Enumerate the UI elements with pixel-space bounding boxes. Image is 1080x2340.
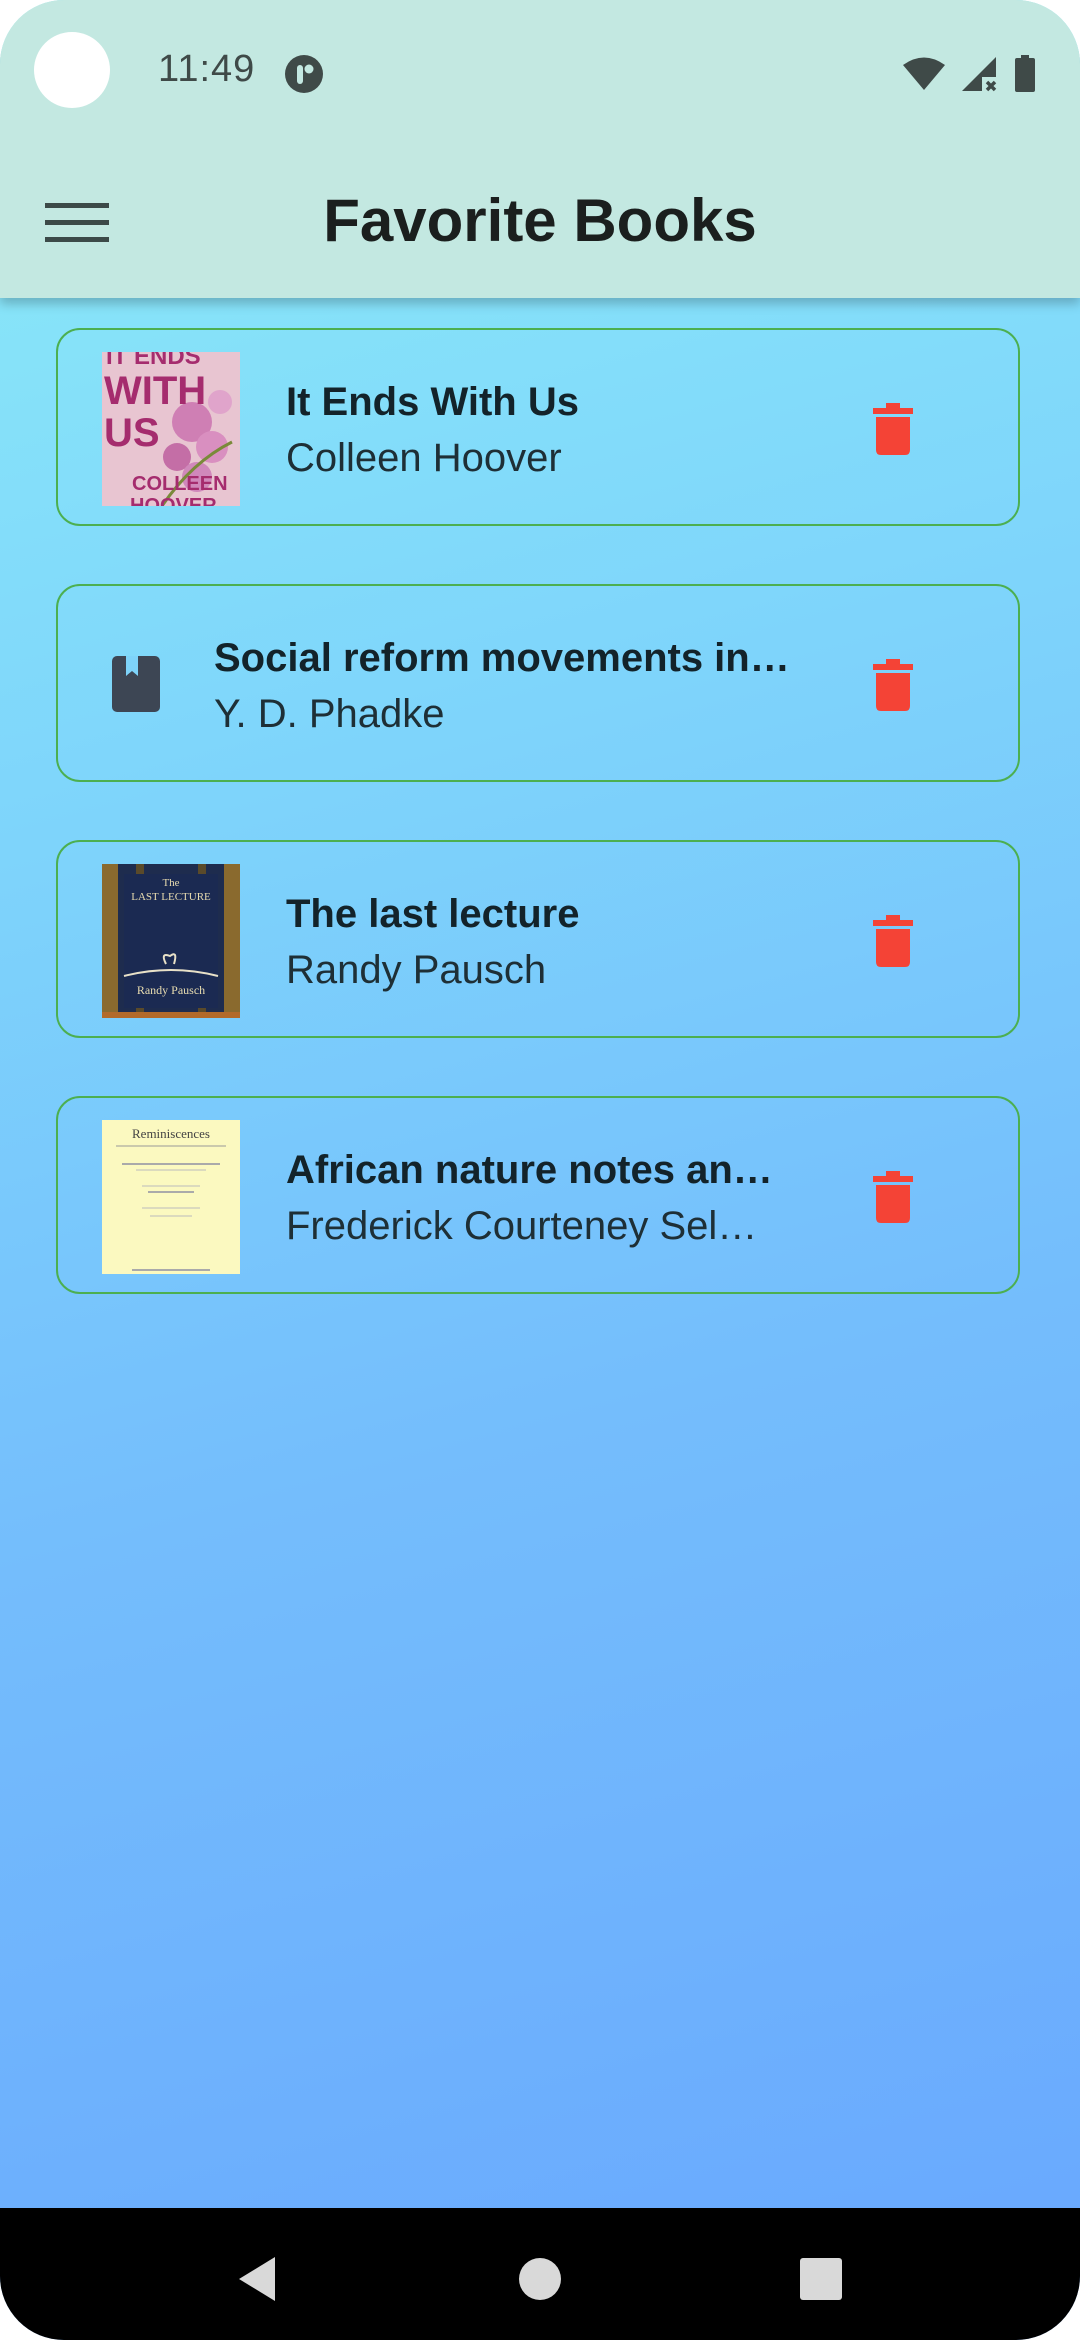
book-card[interactable]: Social reform movements in… Y. D. Phadke bbox=[56, 584, 1020, 782]
back-button[interactable] bbox=[222, 2244, 292, 2314]
page-title: Favorite Books bbox=[323, 187, 757, 254]
status-icons bbox=[902, 54, 1036, 94]
book-title: Social reform movements in… bbox=[214, 636, 790, 680]
book-title: The last lecture bbox=[286, 892, 580, 936]
back-triangle-icon bbox=[239, 2257, 275, 2301]
delete-button[interactable] bbox=[864, 910, 922, 972]
status-time: 11:49 bbox=[158, 48, 256, 90]
book-cover-image: The LAST LECTURE Randy Pausch bbox=[102, 864, 240, 1018]
recents-button[interactable] bbox=[786, 2244, 856, 2314]
cover-text-line: IT ENDS bbox=[106, 352, 201, 370]
wifi-icon bbox=[903, 57, 945, 90]
screen: 11:49 Favorite Books IT ENDS WITH US COL… bbox=[0, 0, 1080, 2340]
home-circle-icon bbox=[519, 2258, 561, 2300]
cover-text-line: LAST LECTURE bbox=[131, 891, 211, 903]
cover-text-line: HOOVER bbox=[130, 495, 217, 506]
battery-icon bbox=[1015, 55, 1035, 92]
book-author: Y. D. Phadke bbox=[214, 692, 445, 736]
trash-icon bbox=[873, 403, 913, 455]
system-navigation-bar bbox=[0, 2208, 1080, 2340]
app-bar: 11:49 Favorite Books bbox=[0, 0, 1080, 298]
cover-text-line: COLLEEN bbox=[132, 473, 228, 495]
book-cover-image: IT ENDS WITH US COLLEEN HOOVER bbox=[102, 352, 240, 506]
book-card[interactable]: The LAST LECTURE Randy Pausch The last l… bbox=[56, 840, 1020, 1038]
signal-icon bbox=[962, 57, 997, 92]
cover-text-line: The bbox=[162, 877, 179, 889]
cover-text-line: WITH bbox=[104, 369, 206, 413]
book-author: Randy Pausch bbox=[286, 948, 547, 992]
delete-button[interactable] bbox=[864, 398, 922, 460]
trash-icon bbox=[873, 915, 913, 967]
cover-text-line: US bbox=[104, 411, 160, 455]
book-title: African nature notes an… bbox=[286, 1148, 773, 1192]
favorite-books-list: IT ENDS WITH US COLLEEN HOOVER It Ends W… bbox=[56, 328, 1024, 1352]
book-placeholder-icon bbox=[112, 656, 160, 712]
cover-text-line: Reminiscences bbox=[132, 1126, 210, 1141]
book-author: Colleen Hoover bbox=[286, 436, 562, 480]
delete-button[interactable] bbox=[864, 654, 922, 716]
trash-icon bbox=[873, 1171, 913, 1223]
trash-icon bbox=[873, 659, 913, 711]
book-cover-image: Reminiscences bbox=[102, 1120, 240, 1274]
cover-text-line: Randy Pausch bbox=[137, 983, 205, 997]
notification-icon bbox=[284, 54, 324, 94]
book-title: It Ends With Us bbox=[286, 380, 579, 424]
book-card[interactable]: Reminiscences African nature notes an… F… bbox=[56, 1096, 1020, 1294]
book-author: Frederick Courteney Sel… bbox=[286, 1204, 758, 1248]
home-button[interactable] bbox=[505, 2244, 575, 2314]
recents-square-icon bbox=[800, 2258, 842, 2300]
camera-cutout bbox=[34, 32, 110, 108]
book-card[interactable]: IT ENDS WITH US COLLEEN HOOVER It Ends W… bbox=[56, 328, 1020, 526]
delete-button[interactable] bbox=[864, 1166, 922, 1228]
